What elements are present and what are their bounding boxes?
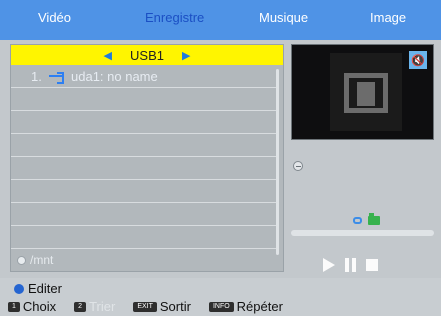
bottom-bar: Editer 1 Choix 2 Trier EXIT Sortir INFO …: [0, 278, 441, 316]
key-cap: 2: [74, 301, 87, 312]
device-selector[interactable]: ◀ USB1 ▶: [11, 45, 283, 65]
preview-window: 🔇: [291, 44, 434, 140]
tab-bar: Vidéo Enregistre Musique Image: [0, 0, 441, 40]
edit-label: Editer: [28, 281, 62, 296]
file-browser: ◀ USB1 ▶ 1. uda1: no name /mnt: [10, 44, 284, 272]
key-label: Sortir: [159, 299, 191, 314]
key-label: Répéter: [236, 299, 283, 314]
path-icon: [17, 255, 26, 265]
key-sortir[interactable]: EXIT Sortir: [133, 299, 191, 314]
edit-button[interactable]: Editer: [14, 281, 62, 296]
volume-down-icon[interactable]: [293, 161, 303, 171]
item-index: 1.: [31, 68, 42, 84]
key-cap: INFO: [208, 301, 234, 312]
file-list: 1. uda1: no name: [11, 65, 277, 271]
usb-icon: [49, 71, 65, 84]
folder-icon: [368, 213, 380, 225]
main-stage: ◀ USB1 ▶ 1. uda1: no name /mnt 🔇: [0, 40, 441, 278]
key-repeter[interactable]: INFO Répéter: [208, 299, 283, 314]
playback-controls: [323, 258, 378, 272]
key-cap: EXIT: [133, 301, 157, 312]
key-trier[interactable]: 2 Trier: [74, 299, 115, 314]
key-hints: 1 Choix 2 Trier EXIT Sortir INFO Répéter: [8, 299, 301, 314]
key-label: Trier: [89, 299, 116, 314]
blue-dot-icon: [14, 283, 24, 294]
stop-icon[interactable]: [366, 259, 378, 271]
mute-icon[interactable]: 🔇: [409, 51, 427, 69]
tab-video[interactable]: Vidéo: [38, 10, 71, 25]
thumbnail: [330, 53, 402, 131]
player-panel: 🔇: [291, 44, 434, 272]
list-item-empty: [11, 203, 277, 226]
tab-enregistre[interactable]: Enregistre: [145, 10, 204, 25]
item-label: uda1: no name: [71, 68, 158, 84]
pause-icon[interactable]: [345, 258, 356, 272]
tab-image[interactable]: Image: [370, 10, 406, 25]
path-text: /mnt: [30, 253, 54, 267]
list-item-empty: [11, 134, 277, 157]
list-item-empty: [11, 226, 277, 249]
path-display: /mnt: [17, 253, 53, 267]
loop-icon: [353, 217, 362, 224]
right-arrow-icon[interactable]: ▶: [182, 49, 190, 62]
scrollbar[interactable]: [276, 69, 279, 255]
film-icon: [344, 73, 388, 113]
key-cap: 1: [8, 301, 20, 312]
play-icon[interactable]: [323, 258, 335, 272]
progress-bar[interactable]: [291, 230, 434, 236]
list-item-empty: [11, 88, 277, 111]
status-icons: [353, 213, 380, 225]
device-name: USB1: [130, 47, 164, 63]
left-arrow-icon[interactable]: ◀: [104, 49, 112, 62]
key-choix[interactable]: 1 Choix: [8, 299, 56, 314]
list-item[interactable]: 1. uda1: no name: [11, 65, 277, 88]
key-label: Choix: [22, 299, 57, 314]
tab-musique[interactable]: Musique: [259, 10, 308, 25]
list-item-empty: [11, 111, 277, 134]
list-item-empty: [11, 157, 277, 180]
list-item-empty: [11, 180, 277, 203]
